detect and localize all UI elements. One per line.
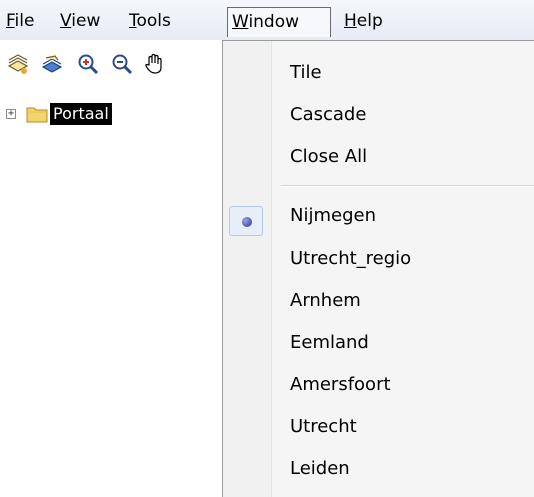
menu-item-window[interactable]: Leiden [290,454,350,484]
menu-item-close-all[interactable]: Close All [290,142,367,172]
radio-dot-icon [242,217,252,227]
layer-add-icon[interactable] [6,52,30,76]
toolbar [0,48,222,82]
tree-expander-plus-icon[interactable]: + [6,109,16,119]
menu-bar: File View Tools Window Help [0,0,534,40]
menu-item-window[interactable]: Utrecht [290,412,357,442]
menu-file[interactable]: File [2,7,38,35]
menu-item-cascade[interactable]: Cascade [290,100,366,130]
menu-view-mnemonic: V [60,11,72,31]
menu-view[interactable]: View [56,7,104,35]
window-menu-dropdown: Tile Cascade Close All Nijmegen Utrecht_… [222,40,534,497]
menu-help[interactable]: Help [340,7,387,35]
menu-help-label: elp [356,11,383,31]
zoom-in-icon[interactable] [76,52,100,76]
menu-separator [281,185,534,187]
menu-file-label: ile [14,11,35,31]
menu-item-window[interactable]: Eemland [290,328,369,358]
menu-item-window[interactable]: Arnhem [290,286,361,316]
menu-window[interactable]: Window [227,7,331,37]
menu-window-mnemonic: W [232,12,249,32]
menu-item-window[interactable]: Amersfoort [290,370,391,400]
menu-item-window[interactable]: Nijmegen [290,201,376,231]
menu-window-label: indow [248,12,300,32]
menu-tools-mnemonic: T [129,11,137,31]
menu-help-mnemonic: H [344,11,357,31]
menu-item-window[interactable]: Utrecht_regio [290,244,411,274]
menu-view-label: iew [71,11,101,31]
menu-item-tile[interactable]: Tile [290,58,322,88]
menu-tools-label: ools [136,11,171,31]
folder-icon [26,107,48,123]
menu-tools[interactable]: Tools [125,7,175,35]
menu-icon-gutter [223,41,272,497]
zoom-out-icon[interactable] [110,52,134,76]
tree-node-label[interactable]: Portaal [50,103,112,125]
checked-window-indicator [229,206,263,236]
pan-hand-icon[interactable] [142,52,166,76]
layer-open-icon[interactable] [40,52,64,76]
menu-file-mnemonic: F [6,11,15,31]
